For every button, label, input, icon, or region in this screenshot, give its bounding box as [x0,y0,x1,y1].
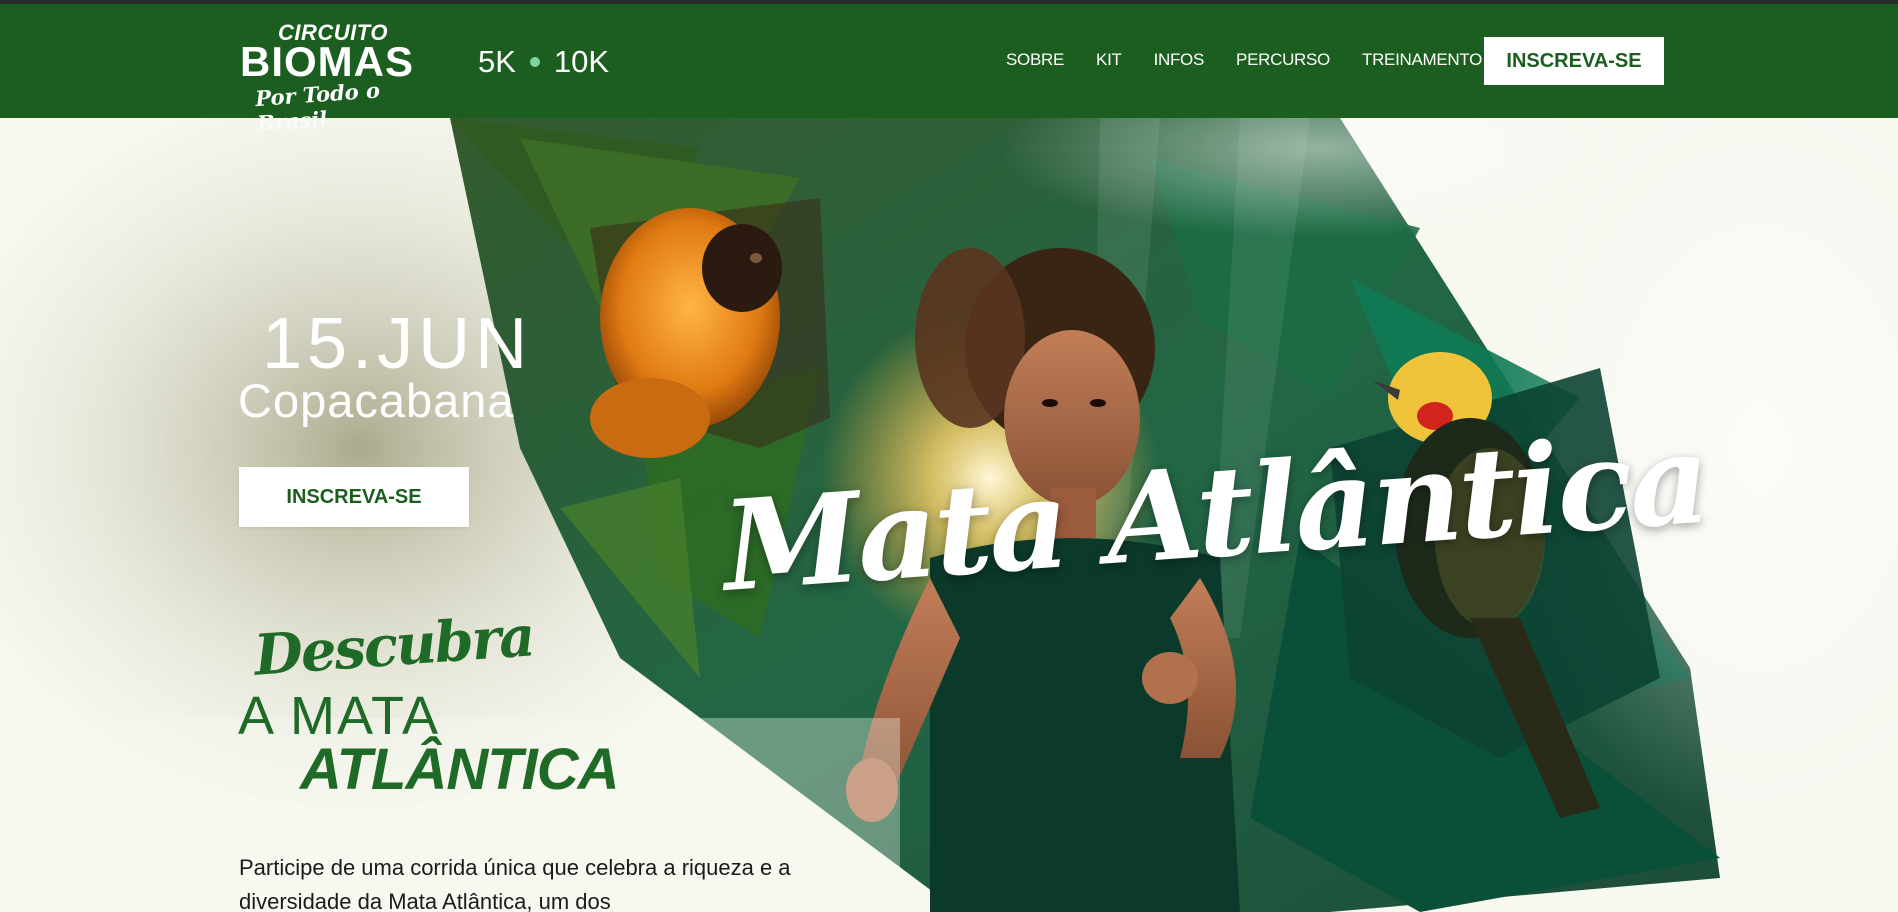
main-navigation: SOBRE KIT INFOS PERCURSO TREINAMENTO [1006,50,1482,70]
nav-link-treinamento[interactable]: TREINAMENTO [1362,50,1482,70]
hero-register-button[interactable]: INSCREVA-SE [239,467,469,527]
distance-5k: 5K [478,44,516,79]
discover-heading-line-2: A MATA [238,686,441,746]
nav-link-sobre[interactable]: SOBRE [1006,50,1064,70]
nav-link-kit[interactable]: KIT [1096,50,1122,70]
hero-section: 15.JUN Copacabana INSCREVA-SE Mata Atlân… [0,118,1898,912]
race-distances: 5K 10K [478,44,609,80]
event-city: Copacabana [238,374,515,427]
event-date: 15.JUN [262,304,533,384]
discover-heading-line-3: ATLÂNTICA [300,737,620,802]
tamarin-monkey-icon [590,198,830,458]
header-register-button[interactable]: INSCREVA-SE [1484,37,1664,85]
intro-paragraph: Participe de uma corrida única que celeb… [239,855,791,912]
separator-dot-icon [529,57,540,67]
nav-link-infos[interactable]: INFOS [1154,50,1205,70]
navbar: CIRCUITO BIOMAS Por Todo o Brasil 5K 10K… [0,4,1898,136]
nav-link-percurso[interactable]: PERCURSO [1236,50,1330,70]
circuito-biomas-logo[interactable]: CIRCUITO BIOMAS Por Todo o Brasil [240,18,430,136]
distance-10k: 10K [553,44,610,79]
